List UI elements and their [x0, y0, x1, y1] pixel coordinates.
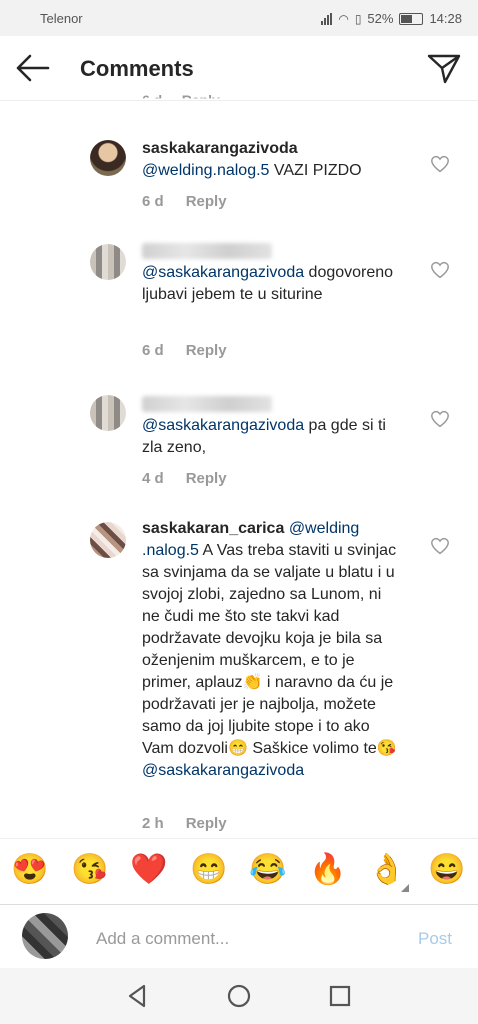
back-arrow-icon[interactable]: [14, 52, 50, 84]
comment-mention[interactable]: @saskakarangazivoda: [142, 417, 304, 434]
emoji-bar: 😍 😘 ❤️ 😁 😂 🔥 👌 😄: [0, 838, 478, 905]
heart-eyes-emoji[interactable]: 😍: [10, 853, 50, 887]
vibrate-icon: ▯: [354, 11, 362, 26]
comment-time: 6 d: [142, 193, 164, 210]
comment-mention-2[interactable]: @saskakarangazivoda: [142, 762, 304, 779]
avatar[interactable]: [90, 244, 126, 280]
smile-emoji[interactable]: 😄: [427, 853, 467, 887]
nav-home-icon[interactable]: [225, 982, 253, 1010]
nav-recents-icon[interactable]: [326, 982, 354, 1010]
avatar[interactable]: [90, 140, 126, 176]
comment-username[interactable]: [142, 242, 272, 259]
header: Comments: [0, 36, 478, 101]
post-button[interactable]: Post: [418, 929, 452, 949]
comment-input-bar: Add a comment... Post: [0, 904, 478, 969]
reply-button[interactable]: Reply: [186, 815, 227, 832]
comment-username[interactable]: saskakaran_carica: [142, 520, 284, 537]
red-heart-emoji[interactable]: ❤️: [129, 853, 169, 887]
android-navbar: [0, 968, 478, 1024]
fire-emoji[interactable]: 🔥: [308, 853, 348, 887]
comment-text-3: Saškice volimo te: [247, 740, 377, 757]
comment-text: VAZI PIZDO: [269, 162, 362, 179]
avatar[interactable]: [90, 395, 126, 431]
heart-outline-icon[interactable]: [430, 537, 450, 555]
reply-button[interactable]: Reply: [186, 193, 227, 210]
ok-hand-emoji[interactable]: 👌: [367, 853, 407, 887]
page-title: Comments: [80, 56, 194, 81]
comment-time: 2 h: [142, 815, 164, 832]
signal-icon: [321, 12, 333, 25]
comment-mention[interactable]: @saskakarangazivoda: [142, 264, 304, 281]
kiss-emoji: 😘: [376, 740, 397, 757]
direct-send-icon[interactable]: [426, 50, 462, 86]
grinning-emoji: 😁: [227, 740, 248, 757]
tears-of-joy-emoji[interactable]: 😂: [248, 853, 288, 887]
my-avatar: [22, 913, 68, 959]
comment-time: 4 d: [142, 470, 164, 487]
status-right: ◠ ▯ 52% 14:28: [321, 11, 462, 26]
comment-username[interactable]: saskakarangazivoda: [142, 140, 298, 157]
battery-icon: [399, 12, 424, 25]
comment-input[interactable]: Add a comment...: [96, 929, 229, 949]
clock: 14:28: [429, 11, 462, 26]
heart-outline-icon[interactable]: [430, 261, 450, 279]
reply-button[interactable]: Reply: [186, 342, 227, 359]
nav-back-icon[interactable]: [124, 982, 152, 1010]
status-bar: Telenor ◠ ▯ 52% 14:28: [0, 0, 478, 36]
heart-outline-icon[interactable]: [430, 410, 450, 428]
comment-time: 6 d: [142, 342, 164, 359]
comment-username[interactable]: [142, 395, 272, 412]
grinning-emoji[interactable]: 😁: [189, 853, 229, 887]
carrier-label: Telenor: [40, 11, 83, 26]
comment-mention[interactable]: @welding.nalog.5: [142, 162, 269, 179]
reply-button[interactable]: Reply: [186, 470, 227, 487]
clapping-emoji: 👏: [242, 674, 263, 691]
comment-text: A Vas treba staviti u svinjac sa svinjam…: [142, 542, 397, 691]
battery-percent: 52%: [367, 11, 394, 26]
wifi-icon: ◠: [338, 11, 349, 26]
heart-outline-icon[interactable]: [430, 155, 450, 173]
kiss-emoji[interactable]: 😘: [70, 853, 110, 887]
avatar[interactable]: [90, 522, 126, 558]
emoji-more-indicator[interactable]: [401, 884, 409, 892]
